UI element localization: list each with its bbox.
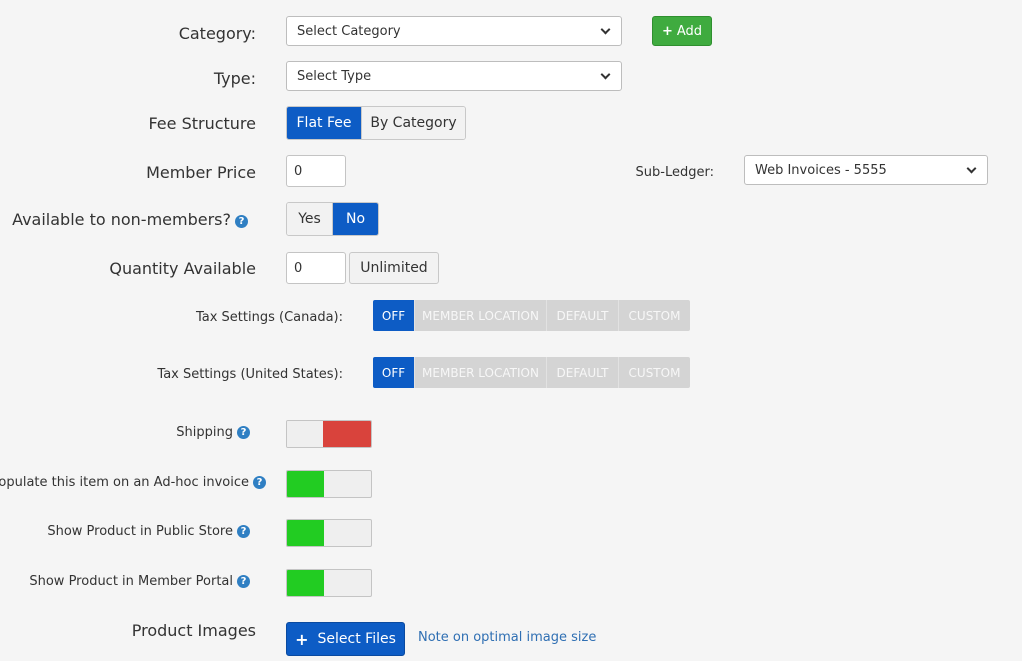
question-circle-icon[interactable]: ? [235, 215, 248, 228]
non-members-label: Available to non-members? [12, 210, 231, 229]
switch-on-indicator [287, 471, 324, 497]
category-select[interactable]: Select Category [286, 16, 622, 46]
type-select-value: Select Type [297, 68, 372, 84]
select-files-button[interactable]: + Select Files [286, 622, 405, 656]
image-size-note-link[interactable]: Note on optimal image size [418, 630, 596, 645]
public-store-label-group: Show Product in Public Store? [47, 524, 250, 539]
member-portal-label: Show Product in Member Portal [29, 574, 233, 589]
question-circle-icon[interactable]: ? [253, 476, 266, 489]
category-select-value: Select Category [297, 23, 401, 39]
quantity-input[interactable]: 0 [286, 252, 346, 284]
tax-us-label: Tax Settings (United States): [157, 367, 343, 382]
tax-us-off-button[interactable]: OFF [373, 357, 415, 388]
tax-canada-off-button[interactable]: OFF [373, 300, 415, 331]
fee-structure-toggle: Flat Fee By Category [286, 106, 466, 140]
member-portal-switch[interactable] [286, 569, 372, 597]
sub-ledger-select-value: Web Invoices - 5555 [755, 162, 887, 178]
unlimited-button[interactable]: Unlimited [349, 252, 439, 284]
adhoc-label: Populate this item on an Ad-hoc invoice [0, 475, 249, 490]
non-members-toggle: Yes No [286, 202, 379, 236]
member-price-label: Member Price [146, 163, 256, 182]
public-store-label: Show Product in Public Store [47, 524, 233, 539]
adhoc-switch[interactable] [286, 470, 372, 498]
adhoc-label-group: Populate this item on an Ad-hoc invoice? [0, 475, 266, 490]
chevron-down-icon [600, 69, 611, 79]
shipping-label-group: Shipping? [176, 425, 250, 440]
tax-us-member-location-button[interactable]: MEMBER LOCATION [415, 357, 547, 388]
add-category-button[interactable]: + Add [652, 16, 712, 46]
switch-knob [324, 471, 371, 497]
switch-knob [324, 520, 371, 546]
type-label: Type: [213, 69, 256, 88]
by-category-button[interactable]: By Category [362, 107, 465, 139]
non-members-label-group: Available to non-members?? [12, 210, 248, 229]
tax-canada-default-button[interactable]: DEFAULT [547, 300, 619, 331]
tax-canada-custom-button[interactable]: CUSTOM [619, 300, 690, 331]
flat-fee-button[interactable]: Flat Fee [287, 107, 362, 139]
tax-us-default-button[interactable]: DEFAULT [547, 357, 619, 388]
chevron-down-icon [966, 163, 977, 173]
non-members-no-button[interactable]: No [333, 203, 378, 235]
switch-off-indicator [323, 421, 371, 447]
member-price-input[interactable]: 0 [286, 155, 346, 187]
tax-us-toggle: OFF MEMBER LOCATION DEFAULT CUSTOM [373, 357, 690, 388]
public-store-switch[interactable] [286, 519, 372, 547]
fee-structure-label: Fee Structure [148, 114, 256, 133]
add-category-label: Add [676, 23, 703, 39]
sub-ledger-select[interactable]: Web Invoices - 5555 [744, 155, 988, 185]
shipping-label: Shipping [176, 425, 233, 440]
switch-on-indicator [287, 570, 324, 596]
tax-canada-toggle: OFF MEMBER LOCATION DEFAULT CUSTOM [373, 300, 690, 331]
question-circle-icon[interactable]: ? [237, 426, 250, 439]
switch-knob [324, 570, 371, 596]
type-select[interactable]: Select Type [286, 61, 622, 91]
quantity-label: Quantity Available [109, 259, 256, 278]
member-portal-label-group: Show Product in Member Portal? [29, 574, 250, 589]
select-files-label: Select Files [317, 631, 396, 647]
non-members-yes-button[interactable]: Yes [287, 203, 333, 235]
shipping-switch[interactable] [286, 420, 372, 448]
tax-canada-label: Tax Settings (Canada): [195, 310, 343, 325]
switch-knob [287, 421, 323, 447]
tax-us-custom-button[interactable]: CUSTOM [619, 357, 690, 388]
sub-ledger-label: Sub-Ledger: [635, 165, 714, 180]
tax-canada-member-location-button[interactable]: MEMBER LOCATION [415, 300, 547, 331]
chevron-down-icon [600, 24, 611, 34]
category-label: Category: [178, 24, 256, 43]
plus-icon: + [661, 23, 673, 39]
product-images-label: Product Images [131, 621, 256, 640]
question-circle-icon[interactable]: ? [237, 575, 250, 588]
question-circle-icon[interactable]: ? [237, 525, 250, 538]
plus-icon: + [295, 629, 309, 649]
switch-on-indicator [287, 520, 324, 546]
